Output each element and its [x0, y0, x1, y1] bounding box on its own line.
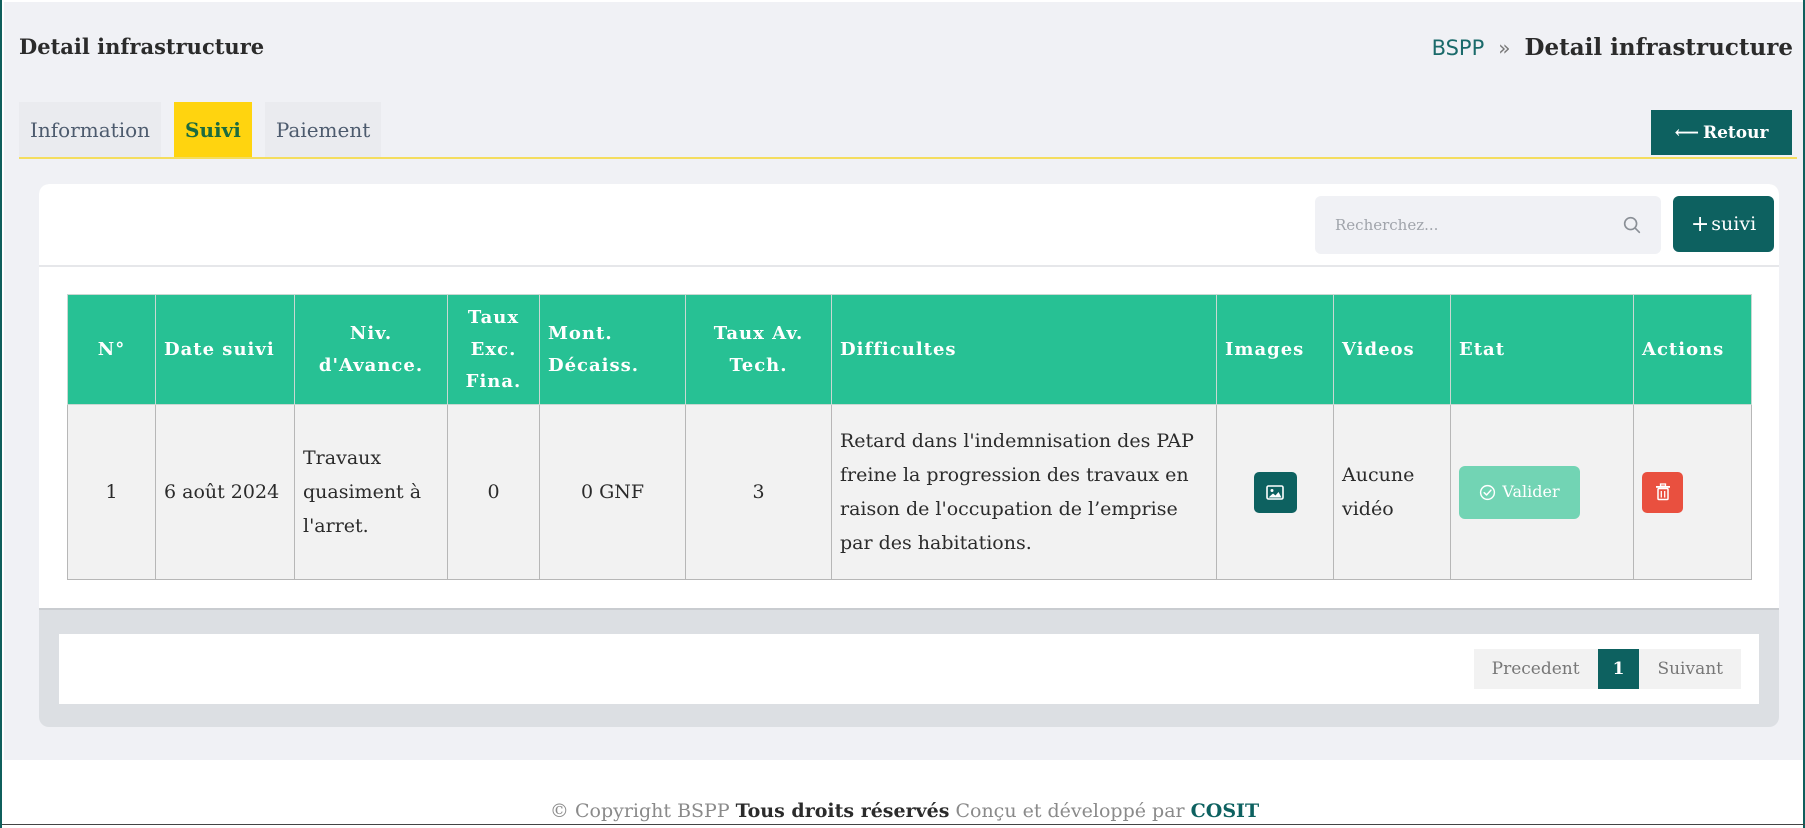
suivi-table: N° Date suivi Niv. d'Avance. Taux Exc. F… — [67, 294, 1752, 580]
tab-suivi[interactable]: Suivi — [174, 102, 252, 158]
footer-divider — [2, 824, 1805, 825]
footer-brand-link[interactable]: COSIT — [1191, 800, 1259, 822]
col-header-actions: Actions — [1633, 294, 1752, 405]
valider-label: Valider — [1502, 482, 1560, 501]
pagination-next-button[interactable]: Suivant — [1639, 649, 1741, 689]
arrow-left-icon: ⟵ — [1674, 122, 1699, 143]
tab-underline — [19, 157, 1797, 159]
cell-date: 6 août 2024 — [155, 404, 295, 580]
footer-copyright: © Copyright BSPP — [549, 800, 730, 822]
col-header-niv[interactable]: Niv. d'Avance. — [294, 294, 448, 405]
col-header-taux-exc[interactable]: Taux Exc. Fina. — [447, 294, 540, 405]
cell-mont: 0 GNF — [539, 404, 686, 580]
breadcrumb-separator-icon: » — [1498, 35, 1511, 60]
cell-difficultes: Retard dans l'indemnisation des PAP frei… — [831, 404, 1217, 580]
table-header-row: N° Date suivi Niv. d'Avance. Taux Exc. F… — [67, 294, 1752, 405]
cell-actions — [1633, 404, 1752, 580]
cell-num: 1 — [67, 404, 156, 580]
pagination-page-button[interactable]: 1 — [1597, 649, 1640, 689]
cell-images — [1216, 404, 1334, 580]
cell-taux-av: 3 — [685, 404, 832, 580]
tab-paiement[interactable]: Paiement — [264, 102, 382, 158]
col-header-images[interactable]: Images — [1216, 294, 1334, 405]
trash-icon — [1655, 483, 1670, 501]
cell-videos: Aucune vidéo — [1333, 404, 1451, 580]
tab-information[interactable]: Information — [19, 102, 162, 158]
col-header-taux-av[interactable]: Taux Av. Tech. — [685, 294, 832, 405]
cell-taux-exc: 0 — [447, 404, 540, 580]
valider-button[interactable]: Valider — [1459, 465, 1580, 519]
breadcrumb-home-link[interactable]: BSPP — [1432, 36, 1485, 60]
col-header-videos[interactable]: Videos — [1333, 294, 1451, 405]
delete-button[interactable] — [1642, 471, 1683, 513]
add-suivi-label: suivi — [1711, 213, 1757, 235]
col-header-difficultes[interactable]: Difficultes — [831, 294, 1217, 405]
image-icon — [1266, 484, 1284, 500]
cell-etat: Valider — [1450, 404, 1634, 580]
footer: © Copyright BSPP Tous droits réservés Co… — [2, 800, 1805, 822]
col-header-date[interactable]: Date suivi — [155, 294, 295, 405]
col-header-mont[interactable]: Mont. Décaiss. — [539, 294, 686, 405]
page-title: Detail infrastructure — [19, 34, 265, 59]
col-header-num[interactable]: N° — [67, 294, 156, 405]
footer-made-by: Conçu et développé par — [955, 800, 1185, 822]
content-area: Detail infrastructure BSPP » Detail infr… — [4, 2, 1803, 760]
pagination-prev-button[interactable]: Precedent — [1473, 649, 1598, 689]
cell-niv: Travaux quasiment à l'arret. — [294, 404, 448, 580]
footer-rights: Tous droits réservés — [735, 800, 950, 822]
card-body: + suivi — [39, 184, 1779, 610]
check-circle-icon — [1480, 484, 1496, 500]
search-input[interactable] — [1333, 215, 1621, 235]
card-header-divider — [39, 265, 1779, 267]
plus-icon: + — [1690, 211, 1710, 237]
retour-button[interactable]: ⟵ Retour — [1651, 110, 1792, 155]
pagination: Precedent 1 Suivant — [1473, 649, 1741, 689]
table-row: 1 6 août 2024 Travaux quasiment à l'arre… — [67, 404, 1752, 580]
add-suivi-button[interactable]: + suivi — [1673, 196, 1774, 252]
tab-bar: Information Suivi Paiement — [19, 102, 382, 158]
search-box[interactable] — [1315, 196, 1661, 254]
col-header-etat[interactable]: Etat — [1450, 294, 1634, 405]
pagination-bar: Precedent 1 Suivant — [59, 634, 1759, 704]
retour-label: Retour — [1702, 122, 1769, 143]
breadcrumb: BSPP » Detail infrastructure — [1432, 34, 1793, 61]
app-frame: Detail infrastructure BSPP » Detail infr… — [0, 0, 1805, 828]
view-images-button[interactable] — [1253, 471, 1297, 513]
suivi-card: + suivi — [39, 184, 1779, 727]
search-icon[interactable] — [1621, 214, 1643, 236]
breadcrumb-current: Detail infrastructure — [1524, 34, 1793, 61]
